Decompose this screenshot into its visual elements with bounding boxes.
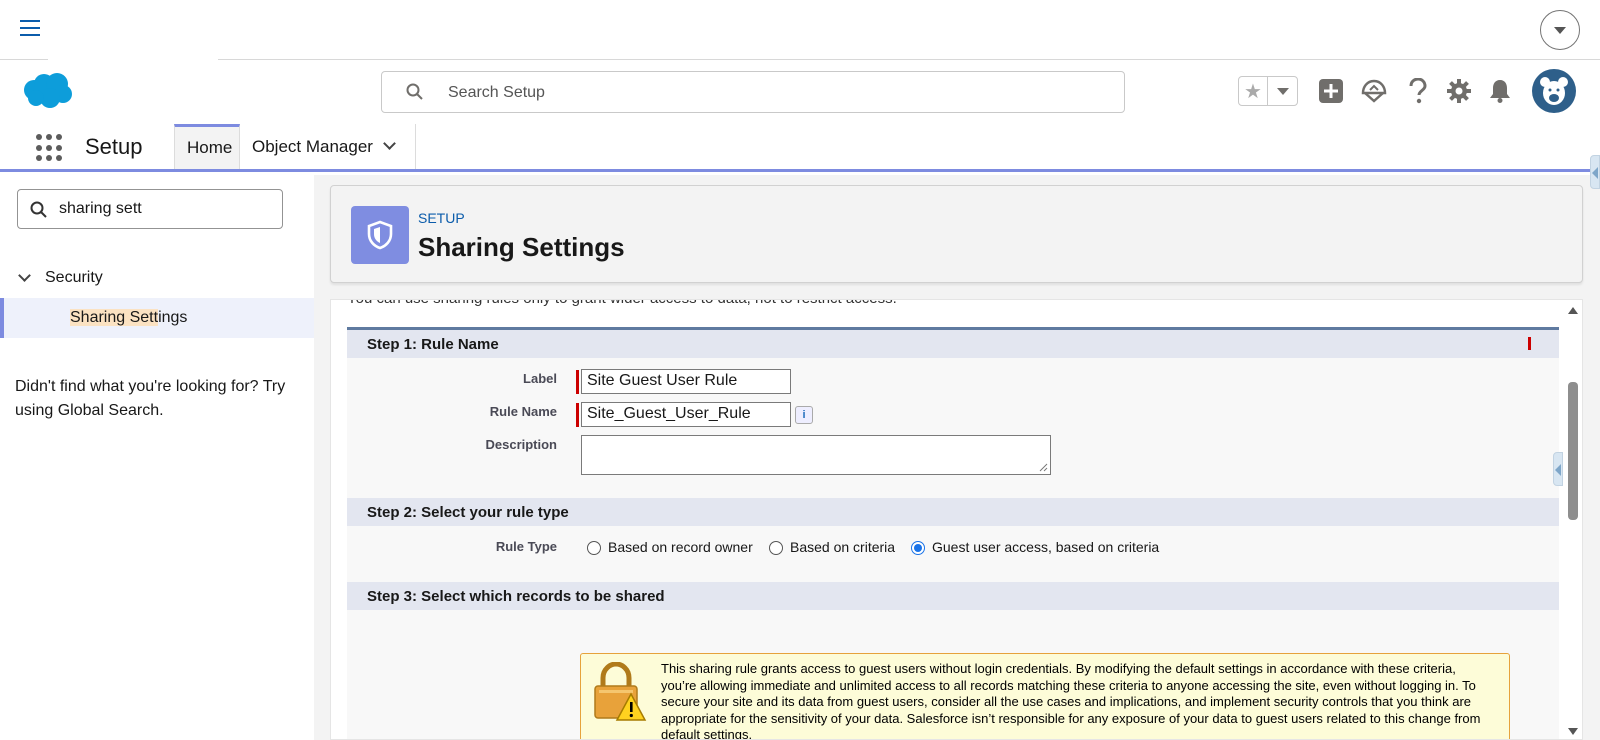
panel-collapse-handle[interactable] — [1553, 452, 1563, 486]
rule-name-input[interactable]: Site_Guest_User_Rule — [581, 402, 791, 427]
setup-content-frame: You can use sharing rules only to grant … — [330, 299, 1583, 740]
quick-find-value: sharing sett — [59, 200, 142, 217]
window-menu-dropdown[interactable] — [1540, 10, 1580, 50]
scroll-up-icon[interactable] — [1568, 307, 1578, 314]
radio-label: Based on criteria — [790, 538, 896, 555]
tab-home[interactable]: Home — [174, 124, 240, 169]
favorites-control[interactable]: ★ — [1238, 76, 1298, 106]
shield-icon — [351, 206, 409, 264]
utility-bar — [0, 0, 1600, 62]
intro-text: You can use sharing rules only to grant … — [347, 300, 897, 307]
tab-home-label: Home — [187, 138, 233, 157]
search-match-highlight: Sharing Sett — [70, 309, 159, 326]
scroll-thumb[interactable] — [1568, 382, 1578, 520]
search-placeholder: Search Setup — [448, 84, 545, 101]
menu-icon[interactable] — [20, 20, 40, 38]
step2-title: Step 2: Select your rule type — [367, 504, 569, 521]
warning-text: This sharing rule grants access to guest… — [661, 661, 1481, 740]
step2-header: Step 2: Select your rule type — [347, 498, 1559, 526]
quick-find-input[interactable]: sharing sett — [17, 189, 283, 229]
required-marker — [576, 403, 579, 427]
app-launcher-icon[interactable] — [36, 134, 64, 162]
tab-object-manager[interactable]: Object Manager — [240, 124, 416, 169]
outer-collapse-handle[interactable] — [1590, 155, 1600, 189]
radio-label: Based on record owner — [608, 538, 753, 555]
required-legend — [1528, 337, 1537, 350]
step1-header: Step 1: Rule Name — [347, 330, 1559, 358]
lock-warning-icon — [594, 662, 647, 721]
page-title: Sharing Settings — [418, 232, 625, 262]
step1-section: Label Site Guest User Rule Rule Name Sit… — [347, 358, 1559, 498]
app-name: Setup — [85, 134, 143, 159]
global-search-hint: Didn't find what you're looking for? Try… — [15, 378, 286, 419]
required-marker — [1528, 337, 1531, 350]
scroll-down-icon[interactable] — [1568, 728, 1578, 735]
app-nav-bar: Setup Home Object Manager — [0, 124, 1600, 172]
frame-scrollbar[interactable] — [1564, 300, 1582, 739]
page-pretitle: SETUP — [418, 210, 465, 226]
favorites-star-icon[interactable]: ★ — [1239, 77, 1269, 105]
tree-item-label-rest: ings — [158, 309, 188, 326]
global-header: Search Setup ★ — [0, 60, 1600, 124]
global-actions-icon[interactable] — [1317, 77, 1345, 105]
resize-handle-icon[interactable] — [1038, 462, 1048, 472]
gear-icon[interactable] — [1445, 77, 1473, 105]
radio-button-selected[interactable] — [911, 541, 925, 555]
page-header: SETUP Sharing Settings — [330, 185, 1583, 283]
radio-button[interactable] — [769, 541, 783, 555]
salesforce-logo-icon[interactable] — [20, 72, 74, 110]
step3-title: Step 3: Select which records to be share… — [367, 588, 665, 605]
rule-type-label: Rule Type — [495, 539, 557, 554]
chevron-down-icon[interactable] — [18, 268, 31, 282]
tree-section-label: Security — [45, 269, 103, 286]
label-input[interactable]: Site Guest User Rule — [581, 369, 791, 394]
user-avatar[interactable] — [1532, 69, 1576, 113]
required-marker — [576, 370, 579, 394]
radio-based-on-criteria[interactable]: Based on criteria — [769, 538, 895, 555]
chevron-down-icon[interactable] — [383, 137, 396, 150]
label-field-label: Label — [523, 371, 557, 386]
step1-title: Step 1: Rule Name — [367, 336, 499, 353]
step3-header: Step 3: Select which records to be share… — [347, 582, 1559, 610]
radio-guest-user-access[interactable]: Guest user access, based on criteria — [911, 538, 1159, 555]
main-content: SETUP Sharing Settings You can use shari… — [314, 155, 1600, 740]
search-icon — [406, 83, 423, 100]
sharing-rule-form: Step 1: Rule Name Label Site Guest User … — [347, 327, 1559, 740]
help-icon[interactable] — [1404, 77, 1432, 105]
description-textarea[interactable] — [581, 435, 1051, 475]
description-field-label: Description — [485, 437, 557, 452]
notifications-bell-icon[interactable] — [1486, 77, 1514, 105]
radio-button[interactable] — [587, 541, 601, 555]
tree-item-sharing-settings[interactable]: Sharing Settings — [0, 298, 314, 338]
rule-name-field-label: Rule Name — [489, 404, 557, 419]
tab-object-manager-label: Object Manager — [252, 136, 373, 156]
tree-section-security[interactable]: Security — [18, 268, 103, 287]
radio-label: Guest user access, based on criteria — [932, 538, 1160, 555]
trailhead-icon[interactable] — [1360, 77, 1388, 105]
step2-section: Rule Type Based on record owner Based on… — [347, 526, 1559, 582]
favorites-dropdown-icon[interactable] — [1268, 77, 1297, 105]
setup-search-input[interactable]: Search Setup — [381, 71, 1125, 113]
tree-item-label: Sharing Settings — [70, 309, 187, 327]
setup-sidebar: sharing sett Security Sharing Settings D… — [0, 175, 314, 740]
search-icon — [30, 201, 47, 218]
guest-access-warning: This sharing rule grants access to guest… — [580, 653, 1510, 740]
radio-based-on-record-owner[interactable]: Based on record owner — [587, 538, 753, 555]
info-icon[interactable]: i — [795, 406, 813, 424]
